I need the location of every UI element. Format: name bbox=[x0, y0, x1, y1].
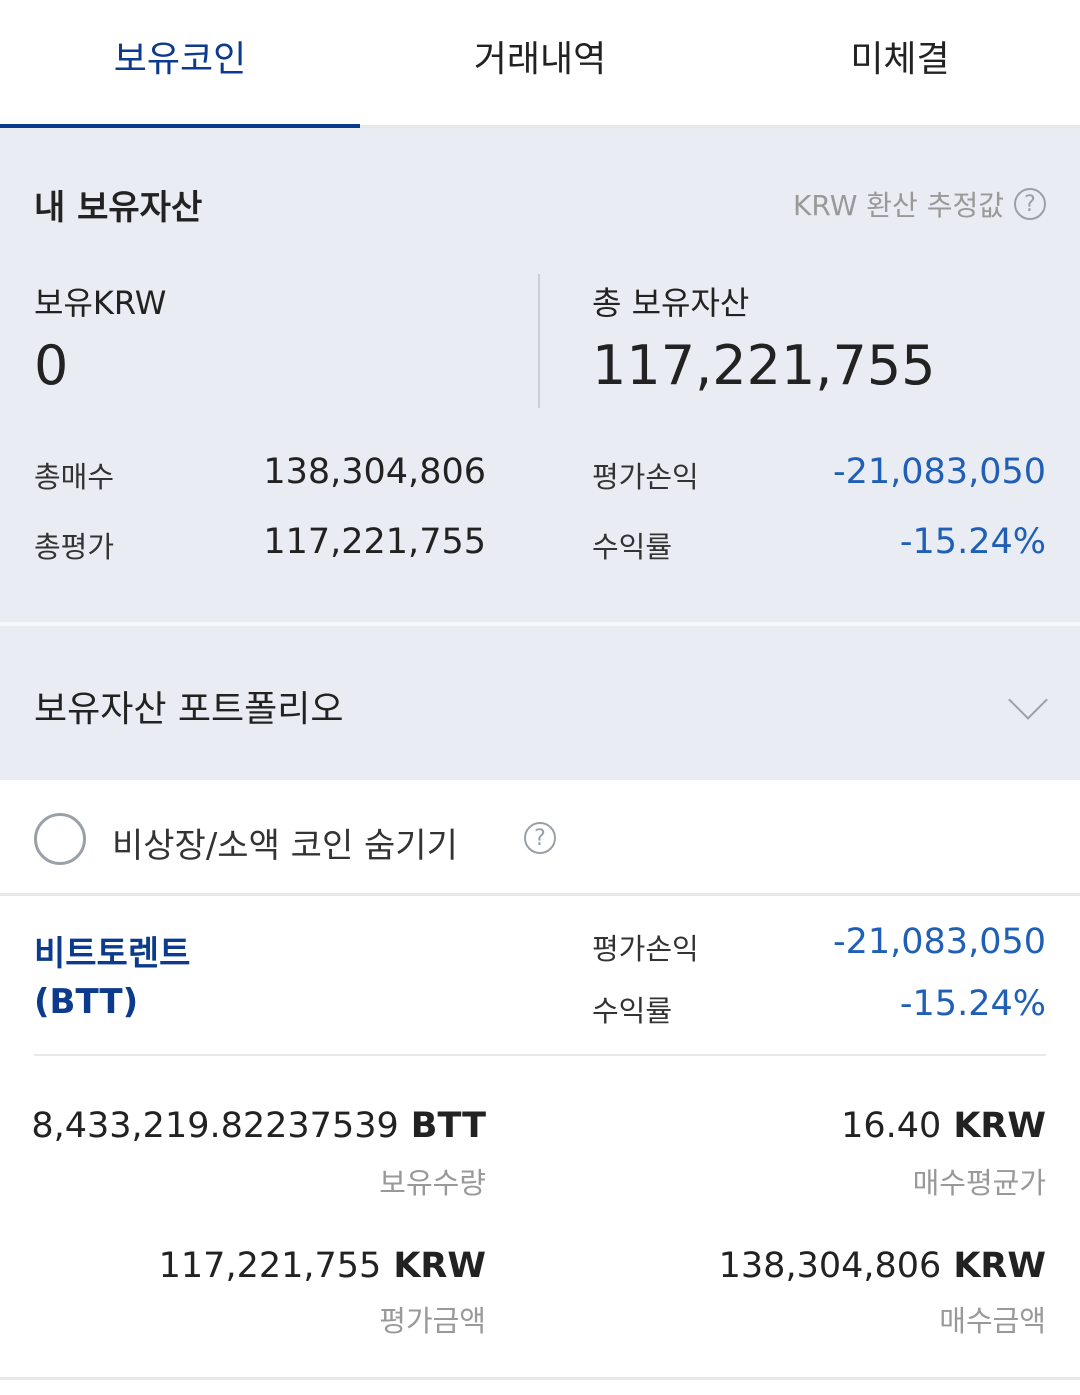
summary-title: 내 보유자산 bbox=[34, 188, 203, 228]
hide-small-coins-radio[interactable] bbox=[34, 813, 86, 865]
total-eval-value: 117,221,755 bbox=[263, 522, 486, 562]
coin-eval-amount-label: 평가금액 bbox=[379, 1304, 486, 1338]
coin-ticker: (BTT) bbox=[34, 982, 139, 1022]
coin-avg-price-unit: KRW bbox=[953, 1106, 1046, 1146]
tab-holdings[interactable]: 보유코인 bbox=[0, 0, 360, 125]
coin-name: 비트토렌트 bbox=[34, 934, 191, 974]
coin-buy-amount-label: 매수금액 bbox=[939, 1304, 1046, 1338]
coin-return-label: 수익률 bbox=[592, 994, 673, 1028]
total-buy-value: 138,304,806 bbox=[263, 452, 486, 492]
coin-eval-amount-value: 117,221,755 bbox=[158, 1246, 382, 1286]
coin-pnl-label: 평가손익 bbox=[592, 932, 699, 966]
summary-divider bbox=[538, 274, 540, 408]
krw-estimate-label: KRW 환산 추정값 bbox=[793, 189, 1004, 222]
chevron-down-icon[interactable] bbox=[1008, 680, 1048, 720]
total-assets-value: 117,221,755 bbox=[592, 334, 936, 397]
return-value: -15.24% bbox=[899, 522, 1046, 562]
holding-krw-label: 보유KRW bbox=[34, 284, 167, 322]
coin-quantity: 8,433,219.82237539 BTT bbox=[31, 1106, 486, 1146]
return-label: 수익률 bbox=[592, 530, 673, 564]
coin-avg-price-value: 16.40 bbox=[841, 1106, 942, 1146]
hide-small-coins-row: 비상장/소액 코인 숨기기 ? bbox=[0, 780, 1080, 896]
coin-avg-price-label: 매수평균가 bbox=[912, 1166, 1046, 1200]
coin-eval-amount: 117,221,755 KRW bbox=[159, 1246, 486, 1286]
coin-buy-amount: 138,304,806 KRW bbox=[719, 1246, 1046, 1286]
coin-avg-price: 16.40 KRW bbox=[841, 1106, 1046, 1146]
asset-summary: 내 보유자산 KRW 환산 추정값 ? 보유KRW 0 총 보유자산 117,2… bbox=[0, 128, 1080, 622]
coin-return-value: -15.24% bbox=[899, 984, 1046, 1024]
coin-holding-card[interactable]: 비트토렌트 (BTT) 평가손익 -21,083,050 수익률 -15.24%… bbox=[0, 896, 1080, 1380]
coin-card-bottom-border bbox=[0, 1377, 1080, 1380]
coin-quantity-unit: BTT bbox=[410, 1106, 486, 1146]
pnl-label: 평가손익 bbox=[592, 460, 699, 494]
coin-name-block: 비트토렌트 (BTT) bbox=[34, 930, 190, 1026]
tab-pending[interactable]: 미체결 bbox=[720, 0, 1080, 125]
coin-eval-amount-unit: KRW bbox=[393, 1246, 486, 1286]
holding-krw-value: 0 bbox=[34, 334, 69, 397]
coin-quantity-value: 8,433,219.82237539 bbox=[31, 1106, 399, 1146]
krw-estimate-note[interactable]: KRW 환산 추정값 ? bbox=[793, 184, 1046, 224]
pnl-value: -21,083,050 bbox=[832, 452, 1046, 492]
tab-bar: 보유코인 거래내역 미체결 bbox=[0, 0, 1080, 128]
tab-history[interactable]: 거래내역 bbox=[360, 0, 720, 125]
portfolio-title: 보유자산 포트폴리오 bbox=[34, 689, 344, 730]
help-icon[interactable]: ? bbox=[524, 822, 556, 854]
coin-divider bbox=[34, 1054, 1046, 1056]
coin-quantity-label: 보유수량 bbox=[379, 1166, 486, 1200]
help-icon[interactable]: ? bbox=[1014, 188, 1046, 220]
total-assets-label: 총 보유자산 bbox=[592, 284, 750, 322]
total-buy-label: 총매수 bbox=[34, 460, 115, 494]
coin-pnl-value: -21,083,050 bbox=[832, 922, 1046, 962]
coin-buy-amount-value: 138,304,806 bbox=[718, 1246, 942, 1286]
hide-small-coins-label[interactable]: 비상장/소액 코인 숨기기 bbox=[112, 818, 458, 867]
total-eval-label: 총평가 bbox=[34, 530, 115, 564]
coin-buy-amount-unit: KRW bbox=[953, 1246, 1046, 1286]
portfolio-toggle[interactable]: 보유자산 포트폴리오 bbox=[0, 626, 1080, 780]
